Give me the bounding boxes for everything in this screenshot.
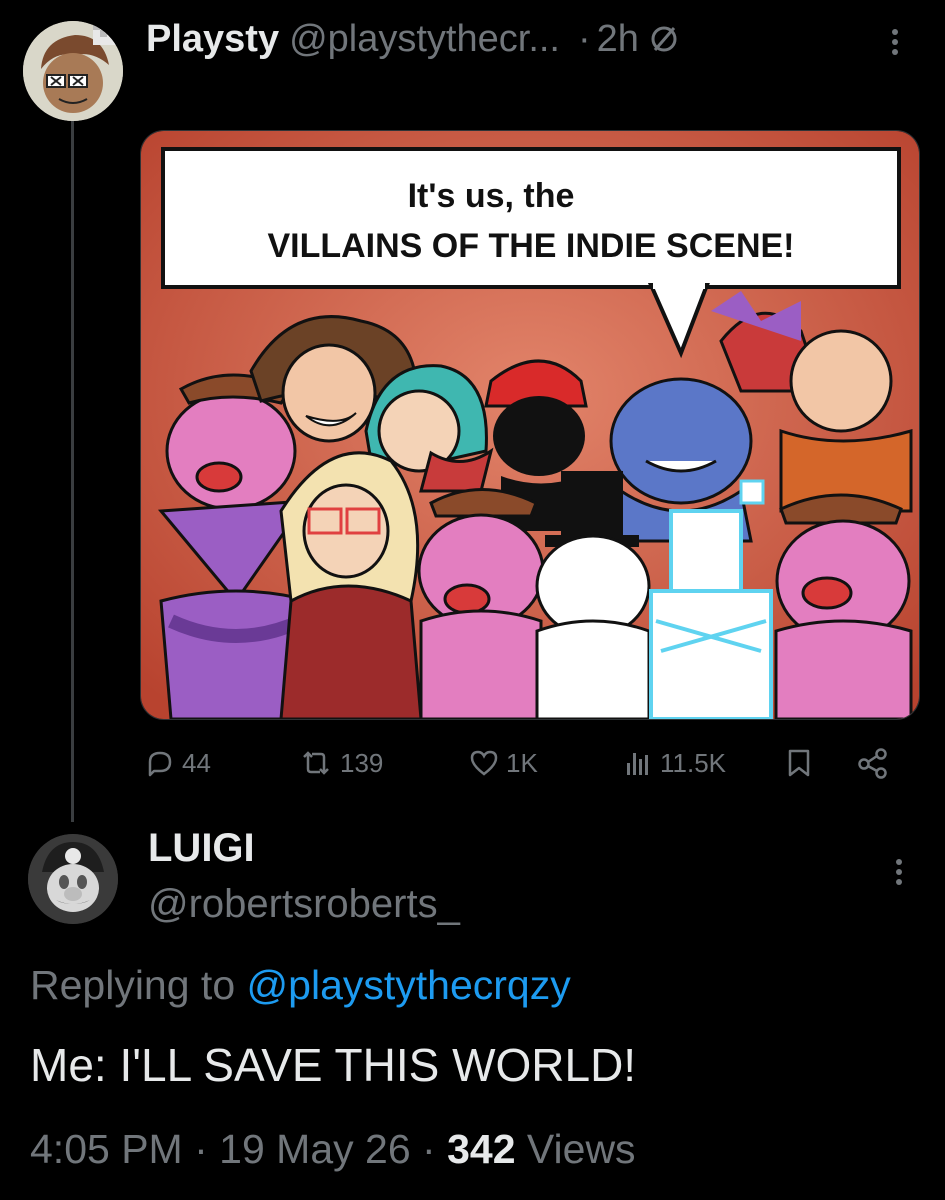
avatar-image — [23, 21, 123, 121]
post-actions-bar: 44 139 1K 11.5K — [140, 735, 920, 791]
reply-author-avatar[interactable] — [28, 834, 118, 924]
views-chart-icon — [627, 753, 648, 775]
avatar-image — [28, 834, 118, 924]
replying-to-line: Replying to @playstythecrqzy — [30, 962, 571, 1009]
reply-metadata: 4:05 PM · 19 May 26 · 342 Views — [30, 1126, 636, 1173]
reply-icon — [148, 751, 172, 777]
grok-icon[interactable] — [649, 24, 679, 54]
thread-connector-line — [71, 110, 74, 822]
bookmark-button[interactable] — [784, 735, 820, 791]
reply-count: 44 — [182, 747, 211, 778]
repost-button[interactable]: 139 — [298, 735, 383, 791]
like-button[interactable]: 1K — [468, 735, 538, 791]
reply-author-handle[interactable]: @robertsroberts_ — [148, 882, 460, 927]
separator-dot: · — [578, 17, 591, 60]
like-count: 1K — [506, 747, 538, 778]
reply-body: Me: I'LL SAVE THIS WORLD! — [30, 1039, 637, 1091]
views-count: 11.5K — [660, 747, 727, 778]
share-icon — [858, 748, 887, 779]
views-button[interactable]: 11.5K — [622, 735, 726, 791]
heart-icon — [470, 750, 498, 776]
repost-icon — [303, 751, 329, 775]
replying-to-label: Replying to — [30, 962, 236, 1008]
meta-dot-1: · — [194, 1126, 208, 1172]
reply-date[interactable]: 19 May 26 — [219, 1126, 410, 1172]
meta-dot-2: · — [422, 1126, 436, 1172]
speech-line-2: VILLAINS OF THE INDIE SCENE! — [267, 227, 794, 265]
reply-button[interactable]: 44 — [144, 735, 211, 791]
post-image[interactable]: It's us, the VILLAINS OF THE INDIE SCENE… — [140, 130, 920, 720]
author-avatar[interactable] — [23, 21, 123, 121]
repost-count: 139 — [340, 747, 384, 778]
author-handle[interactable]: @playstythecr... — [289, 18, 560, 61]
post-time[interactable]: 2h — [597, 18, 639, 61]
reply-time[interactable]: 4:05 PM — [30, 1126, 183, 1172]
post-header: Playsty @playstythecr... · 2h — [146, 14, 679, 64]
reply-views-count[interactable]: 342 — [447, 1126, 515, 1172]
author-name[interactable]: Playsty — [146, 18, 279, 61]
bookmark-icon — [788, 749, 810, 777]
more-options-icon[interactable] — [880, 22, 910, 62]
comic-illustration: It's us, the VILLAINS OF THE INDIE SCENE… — [141, 131, 919, 719]
speech-line-1: It's us, the — [408, 177, 575, 215]
reply-more-options-icon[interactable] — [884, 852, 914, 892]
share-button[interactable] — [856, 735, 896, 791]
reply-views-label: Views — [526, 1126, 636, 1172]
replying-to-mention[interactable]: @playstythecrqzy — [247, 962, 571, 1008]
reply-author-name[interactable]: LUIGI — [148, 826, 255, 871]
